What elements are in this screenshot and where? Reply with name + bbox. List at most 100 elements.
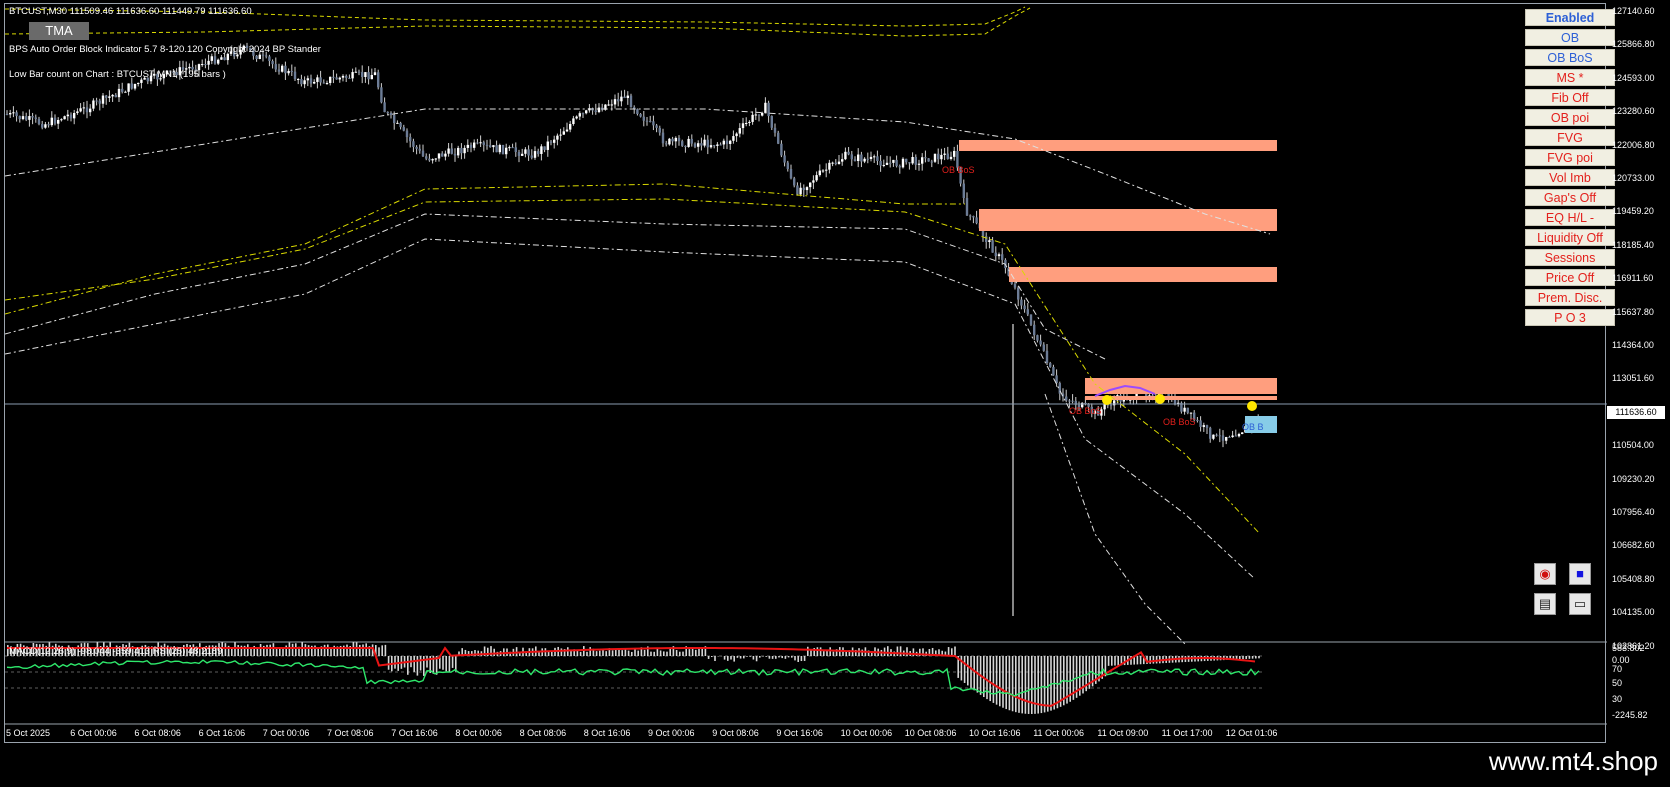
stop-icon[interactable]: ■: [1569, 563, 1591, 585]
macd-bar: [1021, 656, 1023, 714]
panel-button-enabled[interactable]: Enabled: [1525, 9, 1615, 26]
macd-bar: [807, 646, 809, 656]
candle-body: [761, 112, 764, 116]
macd-bar: [771, 656, 774, 659]
panel-button-ms[interactable]: MS *: [1525, 69, 1615, 86]
candle-body: [777, 132, 780, 144]
candle-body: [594, 110, 597, 113]
candle-body: [85, 107, 89, 113]
macd-bar: [1034, 656, 1036, 714]
macd-bar: [291, 643, 294, 656]
macd-bar: [605, 651, 607, 656]
candle-body: [1071, 400, 1074, 402]
candle-body: [540, 146, 543, 154]
candle-body: [466, 144, 469, 148]
candle-body: [889, 162, 892, 164]
macd-bar: [823, 651, 825, 656]
panel-button-ob[interactable]: OB: [1525, 29, 1615, 46]
candle-body: [700, 143, 703, 146]
macd-bar: [989, 656, 991, 702]
candle-body: [831, 162, 834, 164]
macd-bar: [1027, 656, 1030, 714]
macd-bar: [973, 656, 975, 691]
macd-bar: [1047, 656, 1049, 712]
candle-body: [287, 70, 290, 74]
candle-body: [473, 142, 476, 148]
time-tick: 9 Oct 16:06: [776, 728, 823, 738]
record-icon[interactable]: ◉: [1534, 563, 1556, 585]
macd-bar: [266, 644, 268, 656]
candle-body: [15, 112, 18, 117]
price-tick: 118185.40: [1612, 239, 1654, 250]
candle-body: [949, 156, 953, 159]
panel-button-vol-imb[interactable]: Vol Imb: [1525, 169, 1615, 186]
price-chart[interactable]: [5, 4, 1607, 744]
candle-body: [668, 138, 671, 145]
candle-body: [425, 156, 428, 159]
price-tick: 110504.00: [1612, 440, 1654, 451]
macd-bar: [659, 650, 662, 656]
monitor-icon[interactable]: ▭: [1569, 593, 1591, 615]
time-tick: 11 Oct 00:06: [1033, 728, 1085, 738]
candle-body: [57, 119, 60, 124]
candle-body: [815, 175, 818, 181]
candle-body: [1109, 404, 1113, 406]
tma-lower-band: [5, 198, 1261, 535]
panel-button-eq-h-l[interactable]: EQ H/L -: [1525, 209, 1615, 226]
panel-button-prem-disc[interactable]: Prem. Disc.: [1525, 289, 1615, 306]
macd-bar: [493, 648, 495, 656]
candle-body: [69, 114, 73, 119]
candle-body: [735, 133, 738, 137]
candle-body: [434, 158, 437, 160]
candle-body: [623, 96, 626, 99]
candle-body: [1215, 434, 1218, 436]
candle-body: [213, 56, 217, 64]
macd-bar: [803, 656, 806, 661]
tma-button[interactable]: TMA: [29, 22, 89, 40]
candle-body: [428, 158, 431, 161]
calculator-icon[interactable]: ▤: [1534, 593, 1556, 615]
candle-body: [975, 217, 978, 224]
candle-body: [892, 159, 895, 163]
panel-button-gap-s-off[interactable]: Gap's Off: [1525, 189, 1615, 206]
candle-body: [105, 95, 108, 98]
macd-bar: [899, 646, 902, 656]
chart-area[interactable]: BTCUST,M30 111509.46 111636.60 111449.79…: [4, 3, 1615, 744]
candle-body: [450, 148, 453, 154]
candle-body: [341, 75, 345, 78]
panel-button-liquidity-off[interactable]: Liquidity Off: [1525, 229, 1615, 246]
panel-button-fib-off[interactable]: Fib Off: [1525, 89, 1615, 106]
macd-bar: [301, 642, 303, 656]
candle-body: [313, 81, 316, 84]
panel-button-sessions[interactable]: Sessions: [1525, 249, 1615, 266]
panel-button-fvg[interactable]: FVG: [1525, 129, 1615, 146]
macd-bar: [963, 656, 966, 683]
candle-body: [565, 129, 569, 132]
candle-body: [130, 83, 133, 89]
macd-bar: [259, 643, 262, 656]
candle-body: [63, 116, 66, 120]
time-tick: 10 Oct 08:06: [904, 728, 957, 738]
ob-bos-label: OB BoS: [1069, 406, 1102, 416]
signal-dot: [1247, 401, 1257, 411]
panel-button-p-o-3[interactable]: P O 3: [1525, 309, 1615, 326]
macd-bar: [1002, 656, 1004, 708]
price-tick: 109230.20: [1612, 473, 1655, 484]
panel-button-fvg-poi[interactable]: FVG poi: [1525, 149, 1615, 166]
macd-bar: [826, 650, 828, 656]
candle-body: [386, 112, 389, 114]
candle-body: [895, 159, 898, 167]
panel-button-price-off[interactable]: Price Off: [1525, 269, 1615, 286]
candle-body: [844, 151, 847, 160]
macd-bar: [631, 651, 633, 656]
candle-body: [578, 113, 581, 117]
macd-bar: [1018, 656, 1020, 713]
macd-bar: [787, 656, 790, 658]
candle-body: [1237, 434, 1241, 437]
candle-body: [834, 162, 837, 165]
panel-button-ob-poi[interactable]: OB poi: [1525, 109, 1615, 126]
candle-body: [265, 55, 268, 57]
candle-body: [940, 154, 943, 160]
panel-button-ob-bos[interactable]: OB BoS: [1525, 49, 1615, 66]
price-tick: 120733.00: [1612, 173, 1655, 183]
